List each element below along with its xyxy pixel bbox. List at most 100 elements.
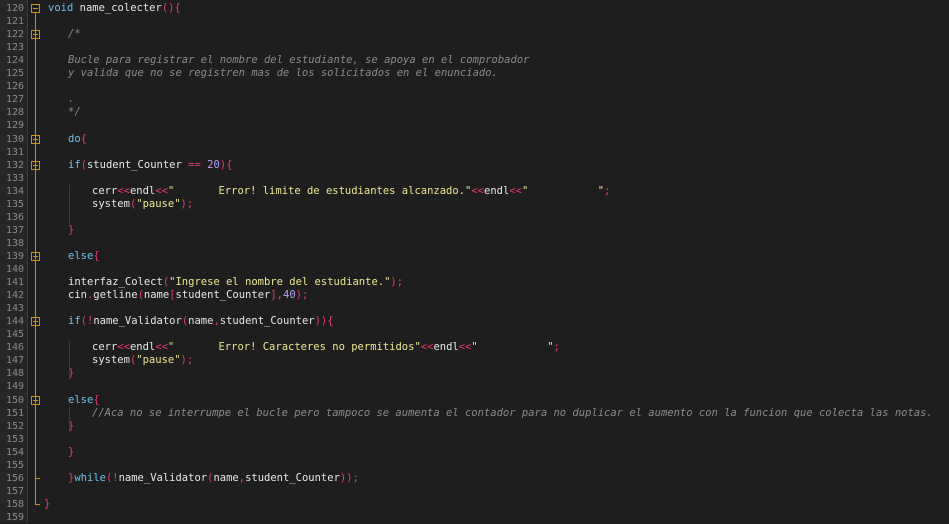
code-token: 20 [207,158,220,171]
code-token: name [213,471,239,484]
fold-collapse-icon[interactable] [31,4,40,13]
code-token: name_Validator [118,471,208,484]
code-token: ); [180,197,194,210]
code-token: name_colecter [73,2,162,14]
code-token: student_Counter [175,289,271,302]
code-token: { [93,249,100,262]
fold-margin [28,0,44,523]
code-token: << [117,184,130,197]
code-line[interactable]: else{ [68,394,100,407]
code-token: (){ [161,2,181,14]
code-token: while [74,471,106,484]
code-line[interactable]: do{ [68,133,87,146]
line-number: 127 [5,94,24,106]
code-token: student_Counter [219,315,315,328]
code-line[interactable]: cerr<<endl<<" Error! Caracteres no permi… [92,341,560,354]
code-line[interactable]: }while(!name_Validator(name,student_Coun… [68,472,359,485]
code-token: ); [295,289,309,302]
code-token: endl [484,184,510,197]
code-line[interactable]: //Aca no se interrumpe el bucle pero tam… [92,407,933,420]
indent-guide [69,341,70,381]
code-line[interactable]: } [68,224,74,237]
line-number: 156 [5,472,24,484]
line-number: 125 [5,68,24,80]
code-token: if [68,158,81,171]
code-token: } [68,445,75,458]
code-line[interactable]: } [44,498,50,511]
line-number: 140 [5,264,24,275]
code-line[interactable]: /* [68,28,81,41]
code-line[interactable]: */ [68,106,81,119]
code-token: ); [390,276,404,289]
code-token: } [44,497,51,510]
line-number: 122 [5,29,24,41]
code-token: name [188,315,214,328]
line-number: 120 [5,3,24,14]
code-token: ){ [219,158,233,171]
code-line[interactable]: cin.getline(name[student_Counter],40); [68,289,308,302]
line-number: 147 [5,355,24,367]
line-number: 143 [5,303,24,315]
line-number: 139 [5,250,24,262]
code-token: cin [68,289,87,302]
code-line[interactable]: interfaz_Colect("Ingrese el nombre del e… [68,276,403,289]
code-token: student_Counter [86,158,189,171]
code-line[interactable]: } [68,446,74,459]
code-token: << [458,341,472,354]
line-number: 129 [5,120,24,132]
code-token: << [420,341,434,354]
code-token: 40 [283,289,296,302]
code-token: else [68,393,94,406]
code-token: cerr [92,341,118,354]
line-number: 142 [5,290,24,302]
code-line[interactable]: Bucle para registrar el nombre del estud… [68,54,529,67]
code-line[interactable]: y valida que no se registren mas de los … [68,67,498,80]
code-area[interactable]: void name_colecter(){ /* Bucle para regist… [44,0,949,523]
fold-range-line [35,13,36,505]
fold-end-marker [35,477,40,479]
indent-guide [69,406,70,433]
code-token: << [155,184,168,197]
code-editor[interactable]: void name_colecter(){ /* Bucle para regist… [0,0,949,523]
code-token: " Error! limite de estudiantes alcanzado… [167,184,472,197]
line-number: 128 [5,107,24,119]
line-number: 123 [5,42,24,54]
line-number: 150 [5,394,24,406]
code-token: )){ [314,315,334,328]
code-token: getline [93,289,138,302]
line-number: 157 [5,485,24,497]
code-line[interactable]: if(student_Counter == 20){ [68,159,232,172]
code-token: Bucle para registrar el nombre del estud… [68,54,530,67]
code-token: } [68,223,75,236]
code-line[interactable]: system("pause"); [92,354,193,367]
code-token: { [93,393,100,406]
code-line[interactable]: system("pause"); [92,198,193,211]
code-line[interactable]: . [68,93,74,106]
code-token: " " [521,184,605,197]
code-token: )); [339,471,359,484]
line-number: 159 [5,511,24,523]
code-token: do [68,132,81,145]
line-number: 135 [5,198,24,210]
code-token: student_Counter [245,471,340,484]
line-number: 155 [5,459,24,471]
code-line[interactable]: void name_colecter(){ [48,2,181,15]
indent-guide [69,184,70,224]
code-token: system [92,197,130,210]
code-line[interactable]: else{ [68,250,100,263]
code-token: << [117,341,130,354]
line-number: 133 [5,172,24,184]
line-number: 152 [5,420,24,432]
code-token: << [509,184,522,197]
code-token: //Aca no se interrumpe el bucle pero tam… [92,406,933,419]
code-line[interactable]: if(!name_Validator(name,student_Counter)… [68,315,334,328]
code-token: system [92,354,130,367]
code-line[interactable]: cerr<<endl<<" Error! limite de estudiant… [92,185,610,198]
code-token: "pause" [136,354,181,367]
code-token: { [80,132,87,145]
line-number: 124 [5,55,24,67]
line-number: 141 [5,277,24,289]
line-number: 126 [5,81,24,93]
line-number: 137 [5,224,24,236]
code-token: . [68,93,75,106]
